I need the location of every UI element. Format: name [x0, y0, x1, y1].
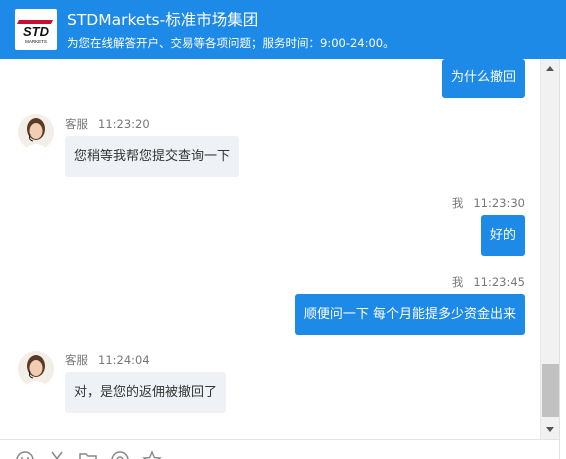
message-time: 11:23:20: [98, 117, 150, 131]
folder-icon[interactable]: [78, 450, 98, 459]
svg-text:MARKETS: MARKETS: [25, 39, 47, 44]
message-bubble: 顺便问一下 每个月能提多少资金出来: [294, 294, 525, 335]
window-edge: [559, 59, 566, 459]
message-time: 11:23:30: [473, 196, 525, 210]
sender-name: 我: [451, 275, 464, 289]
svg-text:STD: STD: [23, 24, 50, 39]
header-title: STDMarkets-标准市场集团: [67, 11, 259, 29]
message-bubble: 对，是您的返佣被撤回了: [65, 372, 227, 413]
scroll-up-arrow-icon[interactable]: [546, 66, 554, 71]
scissors-icon[interactable]: [47, 450, 67, 459]
message-meta: 客服 11:23:20: [65, 116, 150, 132]
message-time: 11:24:04: [98, 353, 150, 367]
std-markets-logo: STD MARKETS: [15, 9, 57, 50]
chat-scrollbar[interactable]: [540, 59, 559, 439]
message-bubble: 您稍等我帮您提交查询一下: [65, 136, 240, 177]
chat-message-list[interactable]: 为什么撤回 客服 11:23:20 您稍等我帮您提交查询一下 我 11:23:30 …: [0, 59, 540, 439]
sender-name: 客服: [65, 117, 88, 131]
message-meta: 我 11:23:30: [452, 195, 525, 211]
message-time: 11:23:45: [473, 275, 525, 289]
sender-name: 客服: [65, 353, 88, 367]
scroll-down-arrow-icon[interactable]: [546, 427, 554, 432]
scrollbar-thumb[interactable]: [542, 364, 559, 417]
sender-name: 我: [451, 196, 464, 210]
message-meta: 客服 11:24:04: [65, 352, 150, 368]
headset-icon[interactable]: [110, 450, 130, 459]
chat-header: STD MARKETS STDMarkets-标准市场集团 为您在线解答开户、交…: [0, 0, 566, 59]
emoji-icon[interactable]: [15, 450, 35, 459]
message-bubble: 好的: [480, 215, 525, 256]
message-meta: 我 11:23:45: [452, 274, 525, 290]
star-icon[interactable]: [142, 450, 162, 459]
message-bubble: 为什么撤回: [441, 59, 525, 98]
agent-avatar: [18, 351, 54, 387]
header-subtitle: 为您在线解答开户、交易等各项问题；服务时间：9:00-24:00。: [67, 36, 395, 50]
agent-avatar: [18, 114, 54, 150]
input-toolbar: [0, 439, 559, 459]
